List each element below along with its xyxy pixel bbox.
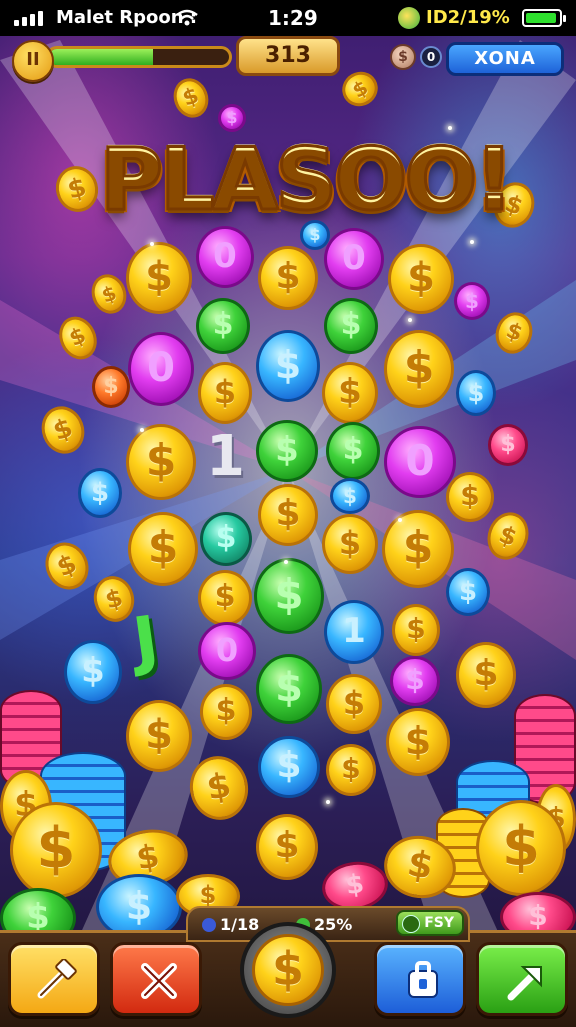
coin-gold[interactable]: $ [10, 802, 102, 898]
fsy-button[interactable]: FSY [396, 910, 464, 936]
coin-purple[interactable]: 0 [128, 332, 194, 406]
sparkle [140, 428, 144, 432]
coin-purple[interactable]: 0 [324, 228, 384, 290]
sparkle [284, 560, 288, 564]
coin-green[interactable]: $ [254, 558, 324, 634]
bonus-button[interactable]: XONA [446, 42, 564, 76]
token-count: 0 [420, 46, 442, 68]
sparkle [326, 800, 330, 804]
coin-green[interactable]: $ [326, 422, 380, 480]
coin-gold[interactable]: $ [256, 814, 318, 880]
status-bar: Malet Rpoon : 1:29 ID2/19% [0, 0, 576, 36]
sparkle [470, 240, 474, 244]
coin-blue[interactable]: $ [78, 468, 122, 518]
coin-gold[interactable]: $ [388, 244, 454, 314]
coin-gold[interactable]: $ [384, 330, 454, 408]
coin-orange[interactable]: $ [92, 366, 130, 408]
coin-gold[interactable]: $ [386, 708, 450, 776]
coin-green[interactable]: $ [256, 420, 318, 482]
coin-gold[interactable]: $ [446, 472, 494, 522]
level-progress-bar [46, 46, 232, 68]
level-progress-fill [49, 49, 154, 65]
game-title: PLASOO! [99, 129, 516, 232]
coin-purple[interactable]: $ [218, 104, 246, 132]
coin-gold[interactable]: $ [326, 674, 382, 734]
currency-coin-icon[interactable]: $ [390, 44, 416, 70]
coin-gold[interactable]: $ [126, 700, 192, 772]
battery-icon [522, 9, 566, 27]
coin-gold[interactable]: $ [382, 510, 454, 588]
gem-icon [202, 918, 216, 932]
coin-blue[interactable]: $ [330, 478, 370, 514]
sparkle [398, 518, 402, 522]
center-coin: $ [252, 934, 324, 1006]
coin-green[interactable]: $ [196, 298, 250, 354]
coin-gold[interactable]: $ [456, 642, 516, 708]
moves-value: 1/18 [220, 915, 260, 934]
spin-coin-button[interactable]: $ [240, 922, 336, 1018]
coin-purple[interactable]: $ [390, 656, 440, 706]
coin-purple[interactable]: 0 [196, 226, 254, 288]
coin-purple[interactable]: $ [454, 282, 490, 320]
coin-gold[interactable]: $ [326, 744, 376, 796]
number-one-piece: 1 [206, 424, 245, 489]
arrow-tool-button[interactable] [476, 942, 568, 1016]
cross-tool-button[interactable] [110, 942, 202, 1016]
sparkle [408, 318, 412, 322]
coin-blue[interactable]: $ [256, 330, 320, 402]
percent-value: 25% [314, 915, 353, 934]
cross-icon [141, 963, 177, 999]
score-display: 313 [236, 36, 340, 76]
coin-green[interactable]: $ [324, 298, 378, 354]
clock: 1:29 [268, 6, 318, 30]
coin-gold[interactable]: $ [200, 684, 252, 740]
shield-tool-button[interactable] [374, 942, 466, 1016]
coin-gold[interactable]: $ [198, 362, 252, 424]
battery-percent: ID2/19% [426, 7, 510, 28]
coin-blue[interactable]: $ [258, 736, 320, 798]
coin-gold[interactable]: $ [322, 362, 378, 424]
fsy-label: FSY [424, 915, 454, 931]
coin-blue[interactable]: 1 [324, 600, 384, 664]
coin-gold[interactable]: $ [258, 484, 318, 546]
sparkle [448, 126, 452, 130]
hammer-icon [37, 959, 77, 999]
coin-gold[interactable]: $ [322, 514, 378, 574]
arrow-icon [507, 966, 542, 1001]
signal-icon [14, 10, 48, 26]
shield-icon [408, 961, 438, 998]
coin-gold[interactable]: $ [392, 604, 440, 656]
coin-blue[interactable]: $ [446, 568, 490, 616]
wifi-icon [176, 9, 198, 26]
coin-purple[interactable]: 0 [198, 622, 256, 680]
coin-teal[interactable]: $ [200, 512, 252, 566]
game-stage: $ $ $ $ $ PLASOO! $ $ 0 $ 0 $ $ $ $ $ $ … [0, 0, 576, 1024]
coin-pink[interactable]: $ [488, 424, 528, 466]
coin-gold[interactable]: $ [476, 800, 566, 896]
sparkle [150, 242, 154, 246]
coin-blue[interactable]: $ [64, 640, 122, 704]
coin-green[interactable]: $ [256, 654, 322, 724]
refresh-icon [402, 915, 420, 933]
pause-button[interactable]: II [12, 40, 54, 82]
coin-blue[interactable]: $ [456, 370, 496, 416]
coin-gold[interactable]: $ [126, 242, 192, 314]
coin-purple[interactable]: 0 [384, 426, 456, 498]
coin-gold[interactable]: $ [198, 570, 252, 626]
coin-blue[interactable]: $ [300, 220, 330, 250]
coin-gold[interactable]: $ [128, 512, 198, 586]
app-notification-icon [398, 7, 420, 29]
coin-gold[interactable]: $ [126, 424, 196, 500]
moves-stat: 1/18 [202, 914, 259, 936]
hammer-tool-button[interactable] [8, 942, 100, 1016]
coin-gold[interactable]: $ [258, 246, 318, 310]
